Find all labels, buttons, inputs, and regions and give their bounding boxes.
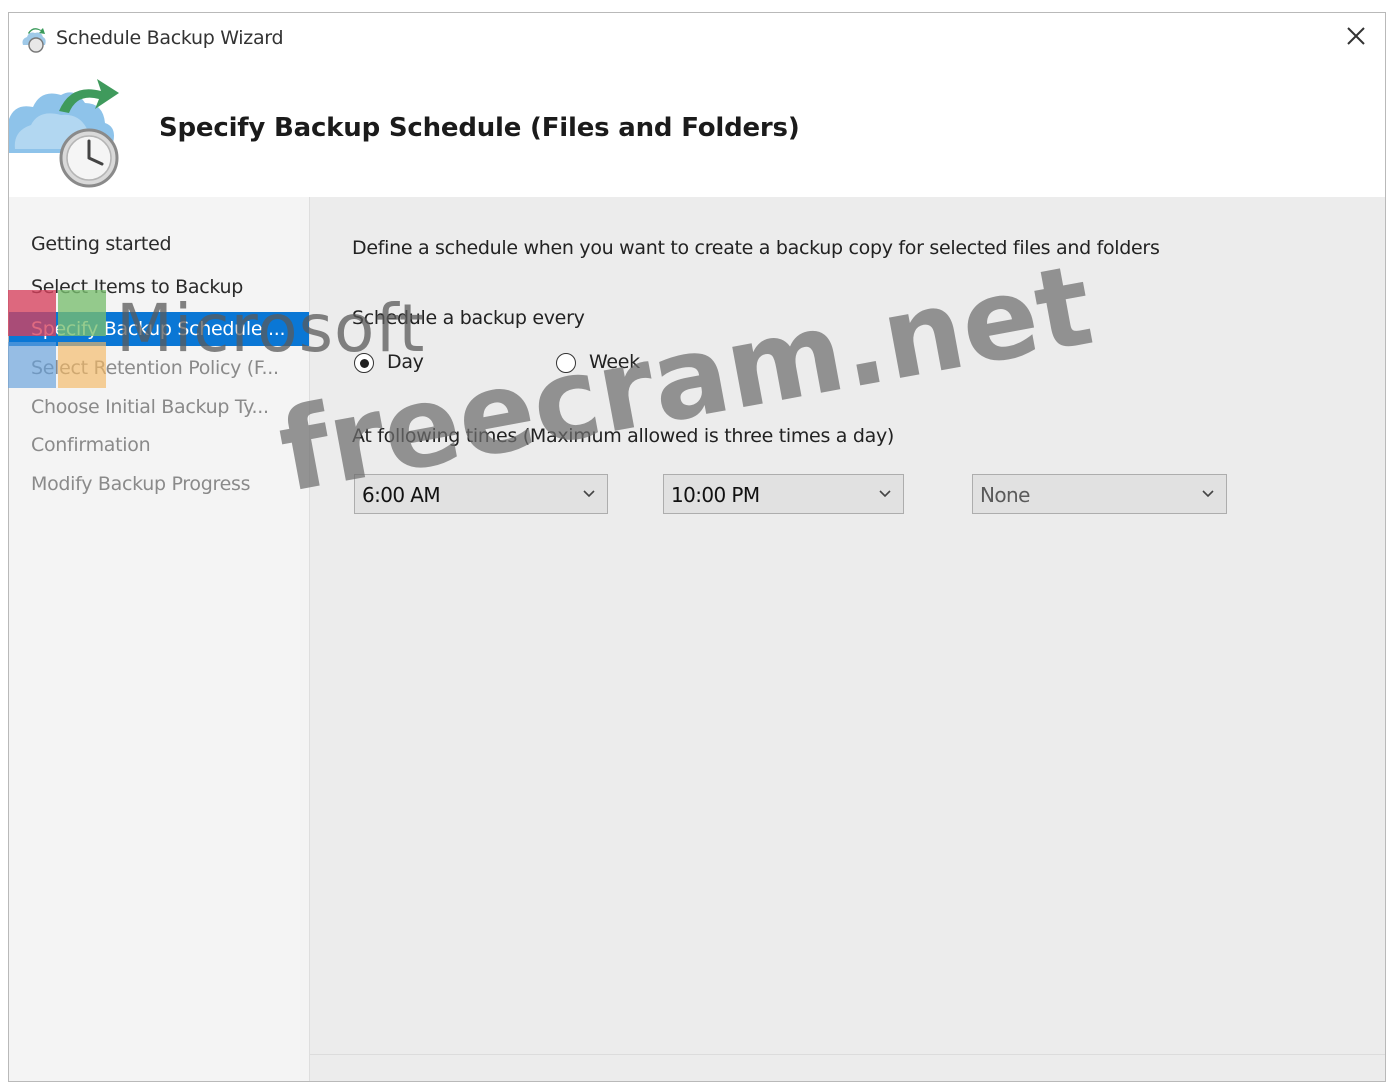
window-title: Schedule Backup Wizard bbox=[56, 27, 284, 49]
radio-selected-dot bbox=[360, 359, 369, 368]
page-description: Define a schedule when you want to creat… bbox=[352, 237, 1160, 259]
time-select-1[interactable]: 6:00 AM bbox=[354, 474, 608, 514]
radio-week-circle[interactable] bbox=[556, 353, 576, 373]
chevron-down-icon bbox=[1202, 490, 1214, 498]
schedule-frequency-label: Schedule a backup every bbox=[352, 307, 585, 329]
radio-day-circle[interactable] bbox=[354, 353, 374, 373]
time-select-2-value: 10:00 PM bbox=[671, 483, 760, 507]
sidebar-item-initial-backup: Choose Initial Backup Ty... bbox=[31, 396, 269, 418]
backup-schedule-icon bbox=[9, 79, 119, 188]
title-bar: Schedule Backup Wizard bbox=[9, 13, 1385, 63]
sidebar-item-select-items[interactable]: Select Items to Backup bbox=[9, 270, 309, 304]
time-select-1-value: 6:00 AM bbox=[362, 483, 441, 507]
wizard-window: Schedule Backup Wizard Specify Backup Sc… bbox=[8, 12, 1386, 1082]
time-select-3[interactable]: None bbox=[972, 474, 1227, 514]
sidebar-item-retention-policy: Select Retention Policy (F... bbox=[31, 357, 279, 379]
close-icon[interactable] bbox=[1341, 21, 1371, 51]
wizard-content: Define a schedule when you want to creat… bbox=[310, 197, 1385, 1081]
chevron-down-icon bbox=[583, 490, 595, 498]
sidebar-item-modify-progress: Modify Backup Progress bbox=[31, 473, 251, 495]
time-select-3-value: None bbox=[980, 483, 1030, 507]
content-divider bbox=[310, 1054, 1385, 1055]
sidebar-item-specify-schedule[interactable]: Specify Backup Schedule ... bbox=[9, 312, 309, 346]
time-select-2[interactable]: 10:00 PM bbox=[663, 474, 904, 514]
wizard-steps-sidebar: Getting started Select Items to Backup S… bbox=[9, 197, 310, 1081]
times-label: At following times (Maximum allowed is t… bbox=[352, 425, 895, 447]
page-title: Specify Backup Schedule (Files and Folde… bbox=[159, 113, 800, 143]
wizard-header: Specify Backup Schedule (Files and Folde… bbox=[9, 63, 1385, 197]
sidebar-item-confirmation: Confirmation bbox=[31, 434, 151, 456]
radio-day-label: Day bbox=[387, 351, 424, 373]
radio-week-label: Week bbox=[589, 351, 640, 373]
chevron-down-icon bbox=[879, 490, 891, 498]
backup-app-icon bbox=[22, 28, 46, 53]
sidebar-item-getting-started[interactable]: Getting started bbox=[9, 227, 309, 261]
